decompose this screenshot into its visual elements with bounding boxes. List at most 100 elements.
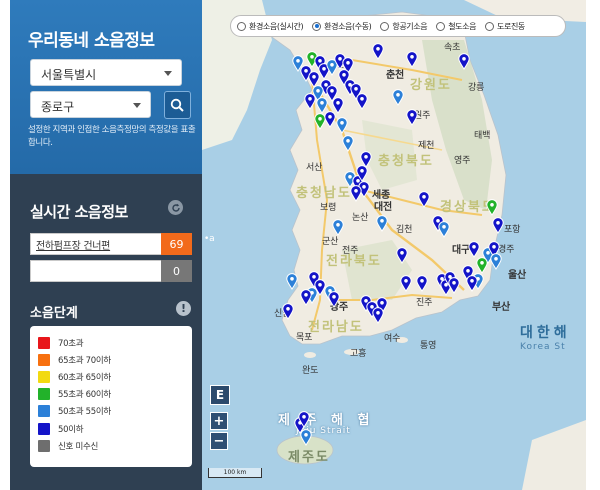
map-view[interactable]: 속초 포천 춘천 강원도 강릉 원주 태백 제천 충청북도 영주 서산 충청남도…: [202, 0, 586, 490]
station-marker[interactable]: [466, 275, 478, 292]
radio-option[interactable]: 환경소음(수동): [312, 21, 372, 32]
station-marker[interactable]: [372, 43, 384, 60]
refresh-icon[interactable]: [168, 200, 183, 215]
station-marker[interactable]: [304, 93, 316, 110]
station-marker[interactable]: [300, 289, 312, 306]
app: 우리동네 소음정보 서울특별시 종로구 설정한 지역과 인접한 소음측정망의 측…: [0, 0, 600, 490]
station-marker[interactable]: [406, 51, 418, 68]
city-select[interactable]: 서울특별시: [30, 59, 182, 86]
station-marker[interactable]: [286, 273, 298, 290]
map-label: 전라남도: [308, 320, 364, 335]
legend-swatch: [38, 422, 50, 435]
station-marker[interactable]: [492, 217, 504, 234]
station-marker[interactable]: [418, 191, 430, 208]
radio-label: 환경소음(수동): [324, 21, 372, 31]
station-marker[interactable]: [342, 135, 354, 152]
legend-label: 신호 미수신: [58, 441, 99, 452]
station-marker[interactable]: [438, 221, 450, 238]
radio-button[interactable]: [380, 21, 390, 31]
legend-swatch: [38, 388, 50, 401]
station-marker[interactable]: [476, 257, 488, 274]
search-icon: [170, 98, 184, 112]
station-marker[interactable]: [468, 241, 480, 258]
station-marker[interactable]: [356, 165, 368, 182]
map-label: 진주: [416, 298, 433, 308]
map-label: 보령: [320, 203, 337, 213]
radio-label: 도로진동: [497, 21, 525, 31]
station-marker[interactable]: [400, 275, 412, 292]
level-title: 소음단계: [30, 306, 78, 321]
station-marker[interactable]: [324, 111, 336, 128]
station-marker[interactable]: [392, 89, 404, 106]
map-label: 통영: [420, 341, 437, 351]
map-label: 울산: [508, 270, 526, 281]
station-marker[interactable]: [356, 93, 368, 110]
radio-button[interactable]: [312, 21, 322, 31]
map-label: 김천: [396, 225, 413, 235]
legend-label: 55초과 60이하: [58, 390, 111, 401]
map-label: •a: [204, 234, 215, 244]
neighborhood-panel: 우리동네 소음정보 서울특별시 종로구 설정한 지역과 인접한 소음측정망의 측…: [10, 0, 202, 174]
station-marker[interactable]: [406, 109, 418, 126]
map-label: 대전: [374, 202, 392, 213]
scale-bar: 100 km: [208, 468, 262, 478]
sea-label: Korea St: [520, 342, 566, 352]
legend-item: 60초과 65이하: [38, 368, 184, 385]
search-button[interactable]: [164, 91, 191, 119]
legend-swatch: [38, 439, 50, 452]
station-marker[interactable]: [416, 275, 428, 292]
station-marker[interactable]: [336, 117, 348, 134]
radio-option[interactable]: 항공기소음: [380, 21, 428, 32]
radio-button[interactable]: [485, 21, 495, 31]
radio-option[interactable]: 환경소음(실시간): [237, 21, 304, 32]
radio-option[interactable]: 도로진동: [485, 21, 525, 32]
layer-toggle-button[interactable]: E: [210, 385, 230, 405]
station-marker[interactable]: [376, 215, 388, 232]
radio-button[interactable]: [237, 21, 246, 31]
station-marker[interactable]: [282, 303, 294, 320]
station-marker[interactable]: [332, 219, 344, 236]
station-marker[interactable]: [298, 411, 310, 428]
station-marker[interactable]: [490, 253, 502, 270]
radio-label: 철도소음: [448, 21, 477, 31]
station-marker[interactable]: [448, 277, 460, 294]
station-marker[interactable]: [300, 429, 312, 446]
map-label: 전라북도: [326, 254, 382, 269]
sidebar: 우리동네 소음정보 서울특별시 종로구 설정한 지역과 인접한 소음측정망의 측…: [10, 0, 202, 490]
legend-item: 55초과 60이하: [38, 386, 184, 403]
radio-option[interactable]: 철도소음: [436, 21, 476, 32]
realtime-row[interactable]: 0: [30, 260, 192, 282]
station-marker[interactable]: [350, 185, 362, 202]
realtime-panel: 실시간 소음정보 전하펌프장 건너편 69 0 소음단계 ! 70초과 65초과…: [10, 174, 202, 490]
station-marker[interactable]: [486, 199, 498, 216]
station-marker[interactable]: [328, 291, 340, 308]
chevron-down-icon: [133, 103, 141, 108]
map-label: 영주: [454, 156, 471, 166]
map-label: 포항: [504, 225, 521, 235]
zoom-in-button[interactable]: +: [210, 412, 228, 430]
station-marker[interactable]: [372, 307, 384, 324]
panel-title: 우리동네 소음정보: [28, 31, 155, 51]
station-value: 69: [161, 233, 192, 255]
district-select[interactable]: 종로구: [30, 91, 151, 118]
station-value: 0: [161, 260, 192, 282]
realtime-row[interactable]: 전하펌프장 건너편 69: [30, 233, 192, 255]
station-marker[interactable]: [458, 53, 470, 70]
legend-item: 70초과: [38, 334, 184, 351]
legend-item: 65초과 70이하: [38, 351, 184, 368]
legend-item: 신호 미수신: [38, 437, 184, 454]
map-label: 강원도: [410, 78, 452, 93]
chevron-down-icon: [164, 71, 172, 76]
station-marker[interactable]: [396, 247, 408, 264]
map-label: 여수: [384, 334, 401, 344]
radio-button[interactable]: [436, 21, 446, 31]
info-icon[interactable]: !: [176, 301, 191, 316]
radio-label: 환경소음(실시간): [249, 21, 304, 31]
map-label: 태백: [474, 131, 491, 141]
zoom-out-button[interactable]: −: [210, 432, 228, 450]
map-label: 완도: [302, 366, 319, 376]
legend-label: 65초과 70이하: [58, 355, 111, 366]
legend-label: 50이하: [58, 424, 84, 435]
map-label: 속초: [444, 43, 461, 53]
station-name[interactable]: 전하펌프장 건너편: [36, 237, 110, 252]
